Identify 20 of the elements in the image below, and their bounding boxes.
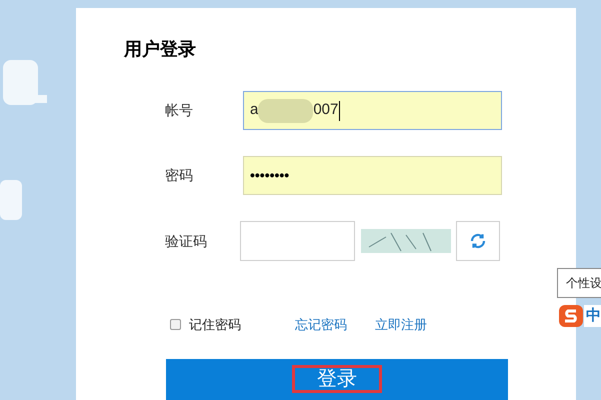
remember-label: 记住密码	[189, 316, 241, 334]
refresh-button[interactable]	[456, 221, 500, 261]
login-label: 登录	[292, 365, 382, 394]
account-input-field[interactable]: a 007	[243, 91, 502, 130]
captcha-label: 验证码	[165, 232, 208, 250]
account-value: 007	[313, 100, 338, 120]
account-value: a	[250, 100, 258, 120]
account-label: 帐号	[165, 101, 194, 120]
remember-checkbox[interactable]	[170, 319, 181, 330]
password-input-field[interactable]: ••••••••	[243, 156, 502, 195]
password-label: 密码	[165, 166, 194, 185]
link[interactable]: 立即注册	[375, 315, 427, 334]
login-button[interactable]: 登录	[166, 358, 508, 400]
text-cursor	[339, 100, 340, 120]
link[interactable]: 忘记密码	[295, 315, 347, 334]
redaction-blur	[258, 98, 314, 122]
panel-title: 用户登录	[124, 38, 197, 61]
captcha-input-field[interactable]	[240, 221, 355, 261]
refresh-icon	[469, 232, 487, 250]
ime-mode[interactable]: 中	[584, 304, 601, 328]
